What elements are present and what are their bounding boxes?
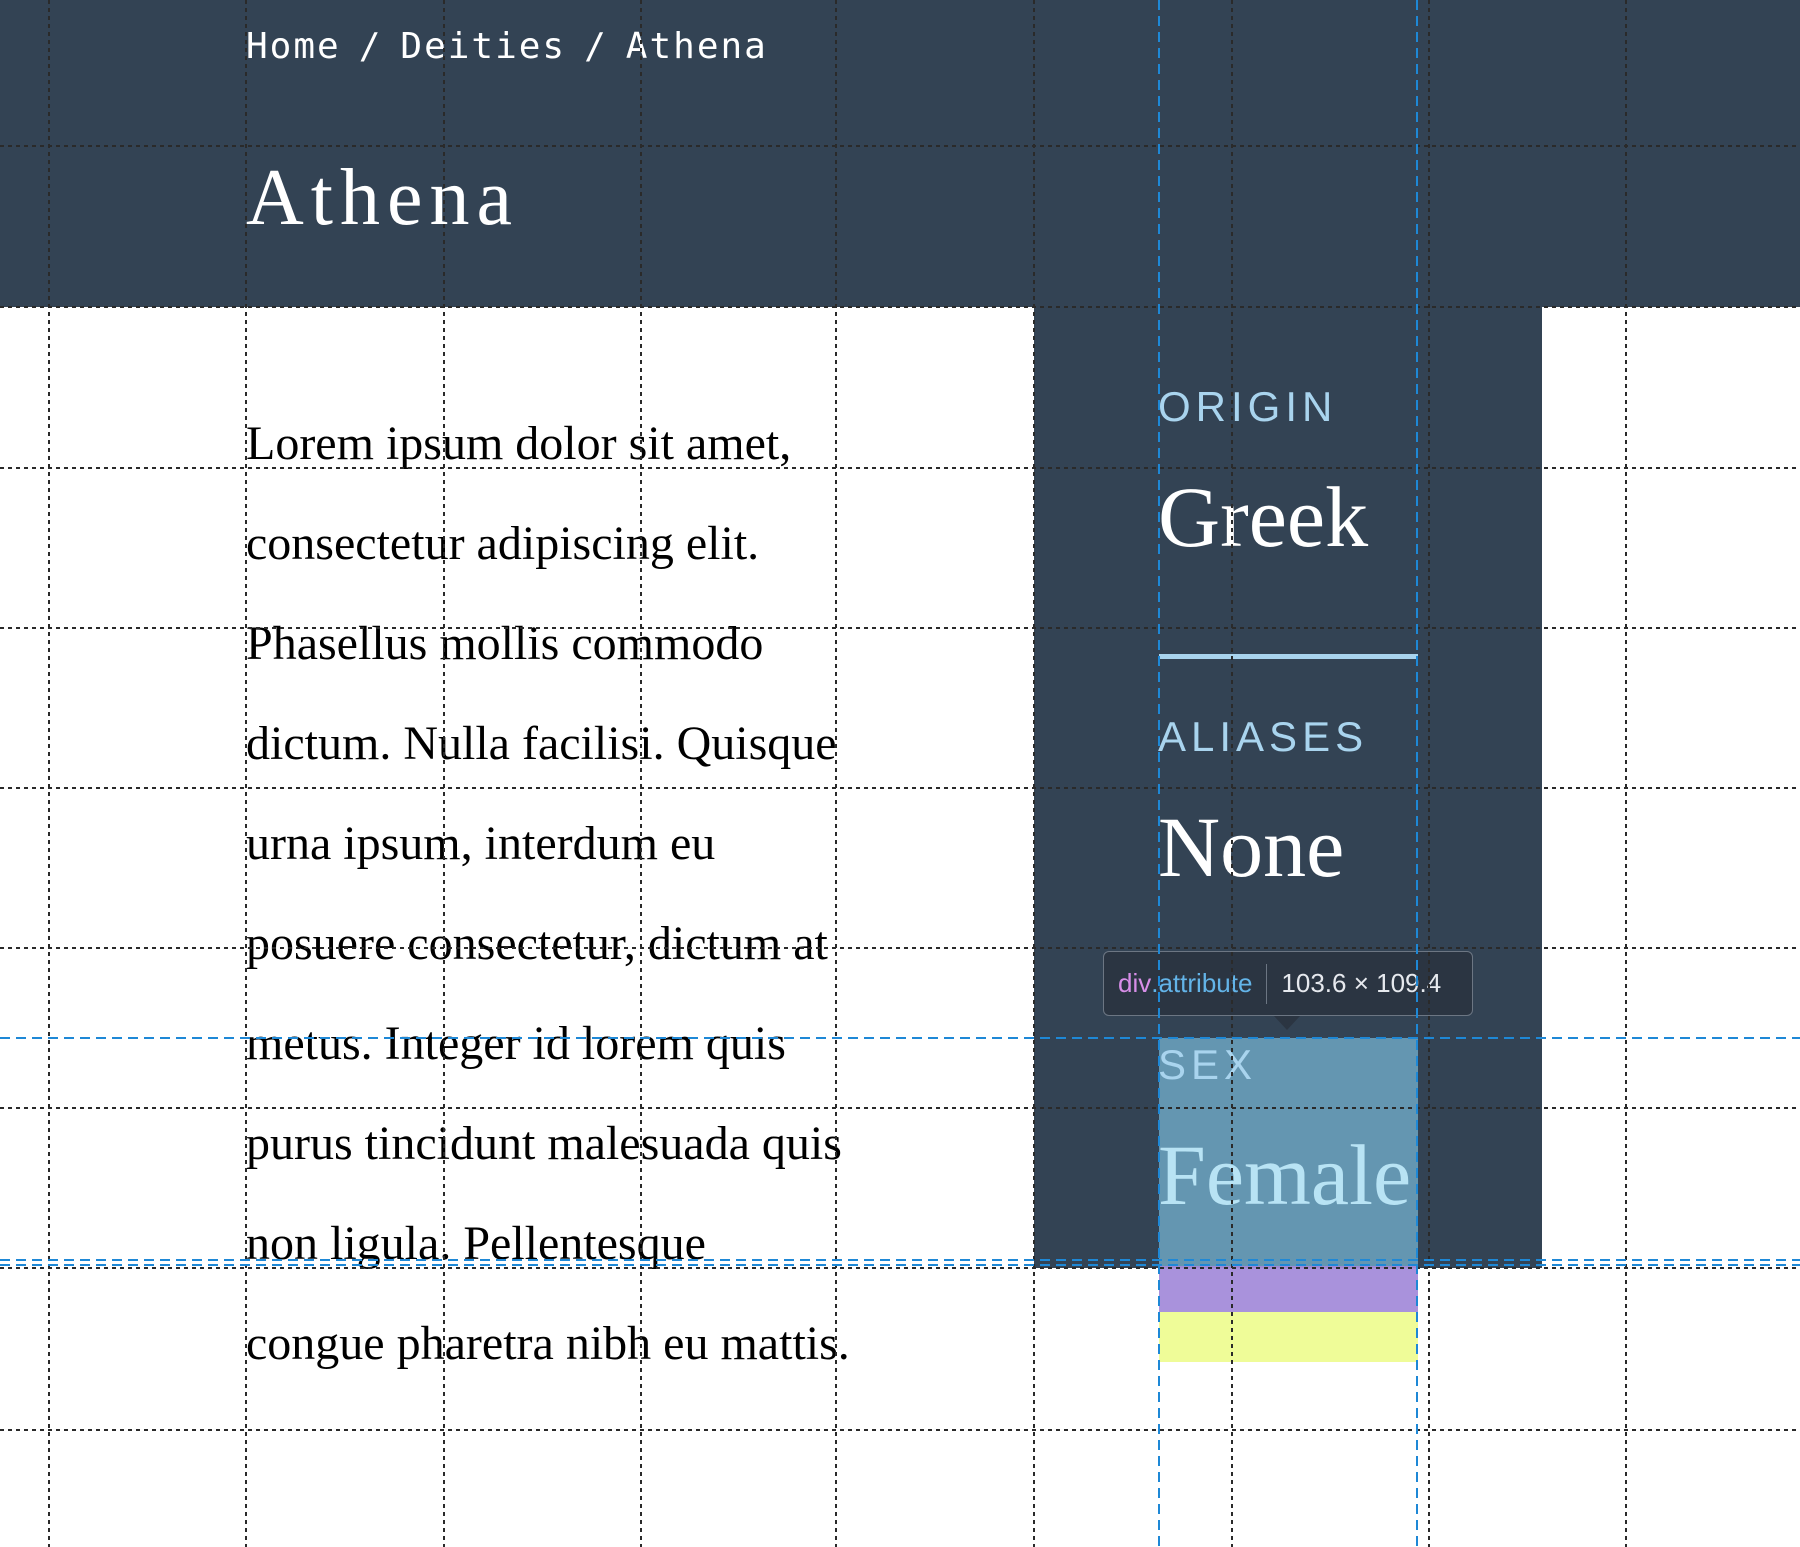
tooltip-pointer-icon <box>1274 1016 1300 1030</box>
devtools-highlight-margin <box>1159 1312 1418 1362</box>
body-paragraph: Lorem ipsum dolor sit amet, consectetur … <box>246 417 850 1370</box>
breadcrumb-separator: / <box>358 26 383 67</box>
breadcrumb-separator: / <box>584 26 608 67</box>
tooltip-dimensions: 103.6 × 109.4 <box>1281 968 1442 998</box>
breadcrumb-current: Athena <box>625 26 768 67</box>
page-title: Athena <box>246 154 520 242</box>
breadcrumb: Home / Deities / Athena <box>246 26 768 67</box>
attribute-sex[interactable]: SEX Female <box>1158 1041 1418 1223</box>
article-body: Lorem ipsum dolor sit amet, consectetur … <box>246 394 856 1394</box>
breadcrumb-deities-link[interactable]: Deities <box>400 26 566 67</box>
attribute-value: None <box>1158 799 1345 895</box>
tooltip-divider <box>1266 963 1268 1004</box>
attribute-aliases: ALIASES None <box>1158 713 1418 895</box>
devtools-highlight-padding <box>1159 1266 1418 1312</box>
tooltip-class-name: .attribute <box>1151 968 1253 998</box>
attribute-origin: ORIGIN Greek <box>1158 383 1418 565</box>
attribute-label: ORIGIN <box>1158 383 1338 430</box>
attribute-label: ALIASES <box>1158 713 1369 760</box>
attribute-divider <box>1159 654 1418 659</box>
breadcrumb-home-link[interactable]: Home <box>246 26 341 67</box>
attribute-label: SEX <box>1158 1041 1258 1088</box>
attribute-value: Female <box>1158 1127 1412 1223</box>
attribute-value: Greek <box>1158 469 1369 565</box>
tooltip-tag-name: div <box>1118 968 1152 998</box>
devtools-inspect-tooltip: div .attribute 103.6 × 109.4 <box>1103 951 1473 1016</box>
